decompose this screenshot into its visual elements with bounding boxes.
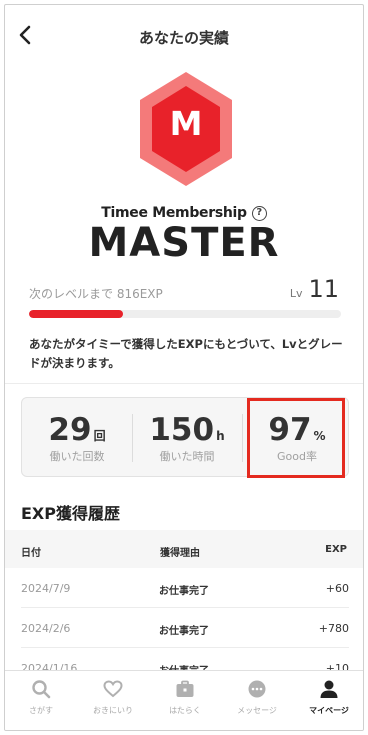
nav-label: さがす <box>29 706 53 715</box>
level-progress-fill <box>29 310 123 318</box>
row-exp: +60 <box>325 582 349 595</box>
app-frame: あなたの実績 M Timee Membership ? MASTER 次のレベル… <box>4 4 364 731</box>
page-title: あなたの実績 <box>138 29 229 47</box>
nav-label: メッセージ <box>237 706 277 715</box>
level-progress-bar <box>29 310 341 318</box>
search-icon <box>32 680 51 699</box>
stat-unit: 回 <box>93 429 106 443</box>
good-rate-highlight-box <box>247 398 345 478</box>
level-value: 11 <box>308 275 339 303</box>
stat-unit: h <box>216 429 225 443</box>
stat-value: 29 <box>48 412 92 448</box>
exp-history-title: EXP獲得履歴 <box>21 504 120 523</box>
level-label: Lv <box>289 287 303 300</box>
column-header-exp: EXP <box>325 544 347 555</box>
history-table-header: 日付 獲得理由 EXP <box>5 530 363 568</box>
bottom-nav: さがす おきにいり はたらく メッセージ マイページ <box>5 670 363 730</box>
history-row: 2024/7/9 お仕事完了 +60 <box>21 568 349 608</box>
stat-label: 働いた回数 <box>49 450 105 463</box>
nav-item-mypage[interactable]: マイページ <box>293 671 363 730</box>
divider <box>5 383 363 384</box>
help-icon[interactable]: ? <box>251 205 267 221</box>
level-description: あなたがタイミーで獲得したEXPにもとづいて、Lvとグレードが決まります。 <box>29 337 343 370</box>
header: あなたの実績 <box>5 5 363 67</box>
row-reason: お仕事完了 <box>159 626 209 637</box>
column-header-reason: 獲得理由 <box>160 548 200 559</box>
nav-item-favorites[interactable]: おきにいり <box>77 671 149 730</box>
nav-label: はたらく <box>169 706 201 715</box>
stat-label: 働いた時間 <box>159 450 215 463</box>
nav-item-search[interactable]: さがす <box>5 671 77 730</box>
membership-rank: MASTER <box>88 220 280 266</box>
heart-icon <box>103 680 123 698</box>
row-date: 2024/2/6 <box>21 622 71 635</box>
chat-icon <box>248 680 266 698</box>
history-row: 2024/2/6 お仕事完了 +780 <box>21 608 349 648</box>
membership-brand: Timee Membership <box>101 205 247 221</box>
column-header-date: 日付 <box>21 548 41 559</box>
stat-work-hours: 150 h 働いた時間 <box>132 398 242 478</box>
row-exp: +780 <box>318 622 349 635</box>
stat-work-count: 29 回 働いた回数 <box>22 398 132 478</box>
nav-label: おきにいり <box>93 706 133 715</box>
badge-letter: M <box>169 104 203 143</box>
row-reason: お仕事完了 <box>159 586 209 597</box>
membership-brand-row: Timee Membership ? <box>5 205 363 221</box>
person-icon <box>320 680 338 698</box>
stat-value: 150 <box>149 412 215 448</box>
next-level-text: 次のレベルまで 816EXP <box>29 287 163 301</box>
briefcase-icon <box>176 680 194 697</box>
rank-badge: M <box>136 70 236 188</box>
level-indicator: Lv 11 <box>290 275 339 303</box>
nav-item-messages[interactable]: メッセージ <box>221 671 293 730</box>
row-date: 2024/7/9 <box>21 582 71 595</box>
nav-label: マイページ <box>309 706 349 715</box>
nav-item-work[interactable]: はたらく <box>149 671 221 730</box>
